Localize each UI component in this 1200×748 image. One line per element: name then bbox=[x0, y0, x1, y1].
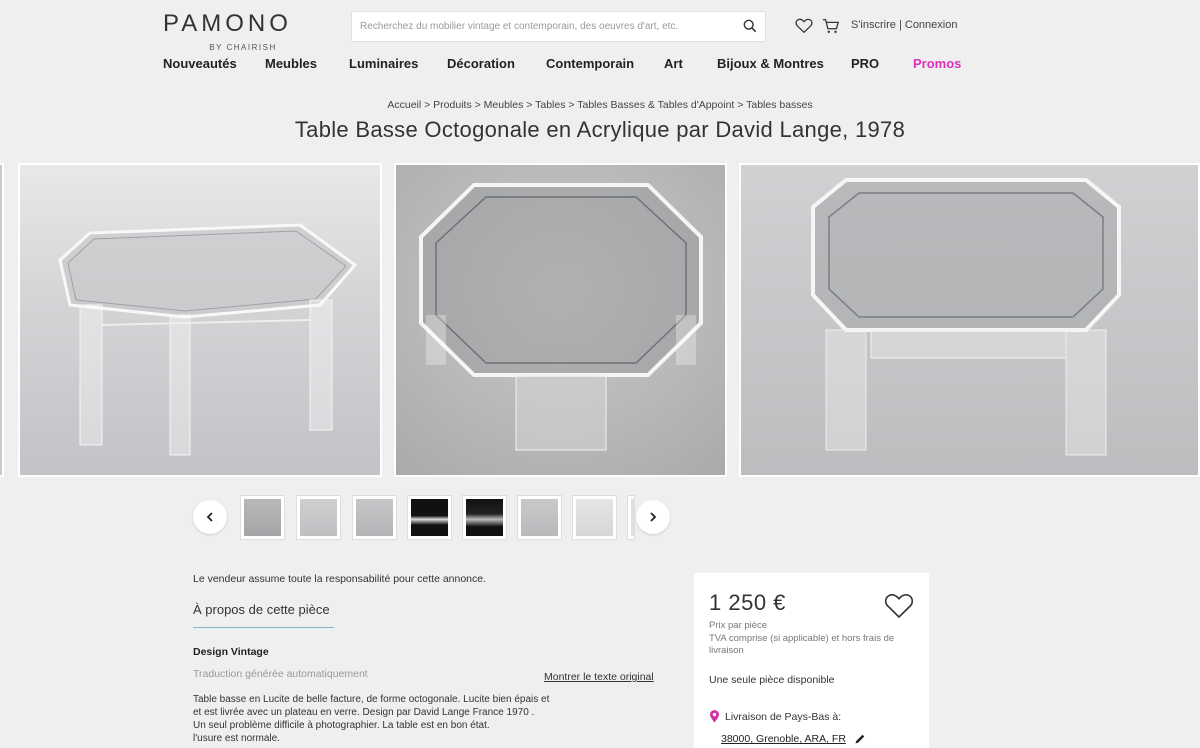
product-image-partial[interactable] bbox=[0, 163, 4, 477]
logo[interactable]: PAMONO BY CHAIRISH bbox=[163, 10, 323, 52]
description-line: l'usure est normale. bbox=[193, 733, 280, 744]
logo-wordmark: PAMONO bbox=[163, 10, 292, 37]
account-links: S'inscrire | Connexion bbox=[851, 19, 957, 31]
nav-pro[interactable]: PRO bbox=[851, 56, 879, 71]
tax-note: TVA comprise (si applicable) et hors fra… bbox=[709, 632, 895, 657]
translation-note: Traduction générée automatiquement bbox=[193, 668, 368, 680]
nav-promos[interactable]: Promos bbox=[913, 56, 961, 71]
nav-meubles[interactable]: Meubles bbox=[265, 56, 317, 71]
price-notes: Prix par pièce TVA comprise (si applicab… bbox=[709, 620, 919, 658]
product-image-1[interactable] bbox=[18, 163, 382, 477]
price-per-piece: Prix par pièce bbox=[709, 620, 768, 631]
delivery-location-link[interactable]: 38000, Grenoble, ARA, FR bbox=[721, 733, 846, 745]
logo-subtitle: BY CHAIRISH bbox=[209, 43, 277, 52]
edit-pencil-icon[interactable] bbox=[854, 733, 866, 745]
account-separator: | bbox=[898, 19, 902, 31]
thumbnail-1[interactable] bbox=[240, 495, 285, 540]
thumbnail-8-partial[interactable] bbox=[627, 495, 635, 540]
delivery-label-text: Livraison de Pays-Bas à: bbox=[725, 710, 842, 723]
purchase-panel: 1 250 € Prix par pièce TVA comprise (si … bbox=[694, 573, 929, 748]
price: 1 250 € bbox=[709, 590, 786, 615]
tab-about[interactable]: À propos de cette pièce bbox=[193, 602, 330, 617]
heart-icon[interactable] bbox=[795, 17, 813, 35]
chevron-left-icon bbox=[206, 512, 213, 522]
search-bar bbox=[351, 11, 766, 42]
show-original-link[interactable]: Montrer le texte original bbox=[544, 671, 654, 683]
table-photo-front bbox=[741, 165, 1198, 475]
nav-decoration[interactable]: Décoration bbox=[447, 56, 515, 71]
thumbnail-7[interactable] bbox=[572, 495, 617, 540]
thumbnail-2[interactable] bbox=[296, 495, 341, 540]
site-header: PAMONO BY CHAIRISH S'inscrire | Connexio… bbox=[0, 0, 1200, 90]
thumbnail-3[interactable] bbox=[352, 495, 397, 540]
nav-art[interactable]: Art bbox=[664, 56, 683, 71]
search-input[interactable] bbox=[352, 12, 722, 41]
tab-underline bbox=[193, 627, 334, 628]
product-image-2[interactable] bbox=[394, 163, 727, 477]
delivery-label: Livraison de Pays-Bas à: bbox=[709, 710, 841, 723]
signup-link[interactable]: S'inscrire bbox=[851, 19, 896, 31]
description-line: Un seul problème difficile à photographi… bbox=[193, 720, 490, 731]
location-pin-icon bbox=[710, 710, 719, 723]
nav-contemporain[interactable]: Contemporain bbox=[546, 56, 634, 71]
logo-text: PAMONO bbox=[163, 10, 292, 36]
thumbnail-5[interactable] bbox=[462, 495, 507, 540]
page-title: Table Basse Octogonale en Acrylique par … bbox=[294, 117, 906, 142]
login-link[interactable]: Connexion bbox=[905, 19, 958, 31]
nav-bijoux-montres[interactable]: Bijoux & Montres bbox=[717, 56, 824, 71]
search-icon[interactable] bbox=[743, 19, 757, 33]
favorite-heart-icon[interactable] bbox=[884, 592, 914, 620]
product-description: Table basse en Lucite de belle facture, … bbox=[193, 693, 593, 745]
thumbnail-4[interactable] bbox=[407, 495, 452, 540]
product-image-3[interactable] bbox=[739, 163, 1200, 477]
availability: Une seule pièce disponible bbox=[709, 674, 835, 686]
design-label: Design Vintage bbox=[193, 646, 269, 658]
chevron-right-icon bbox=[650, 512, 657, 522]
description-line: Table basse en Lucite de belle facture, … bbox=[193, 694, 550, 705]
nav-luminaires[interactable]: Luminaires bbox=[349, 56, 418, 71]
table-photo-angled bbox=[20, 165, 380, 475]
cart-icon[interactable] bbox=[822, 17, 840, 35]
table-photo-top bbox=[396, 165, 725, 475]
seller-responsibility-note: Le vendeur assume toute la responsabilit… bbox=[193, 573, 487, 585]
thumbnail-6[interactable] bbox=[517, 495, 562, 540]
carousel-prev-button[interactable] bbox=[193, 500, 227, 534]
description-line: et est livrée avec un plateau en verre. … bbox=[193, 707, 535, 718]
breadcrumb[interactable]: Accueil > Produits > Meubles > Tables > … bbox=[0, 99, 1200, 111]
carousel-next-button[interactable] bbox=[636, 500, 670, 534]
nav-nouveautes[interactable]: Nouveautés bbox=[163, 56, 237, 71]
